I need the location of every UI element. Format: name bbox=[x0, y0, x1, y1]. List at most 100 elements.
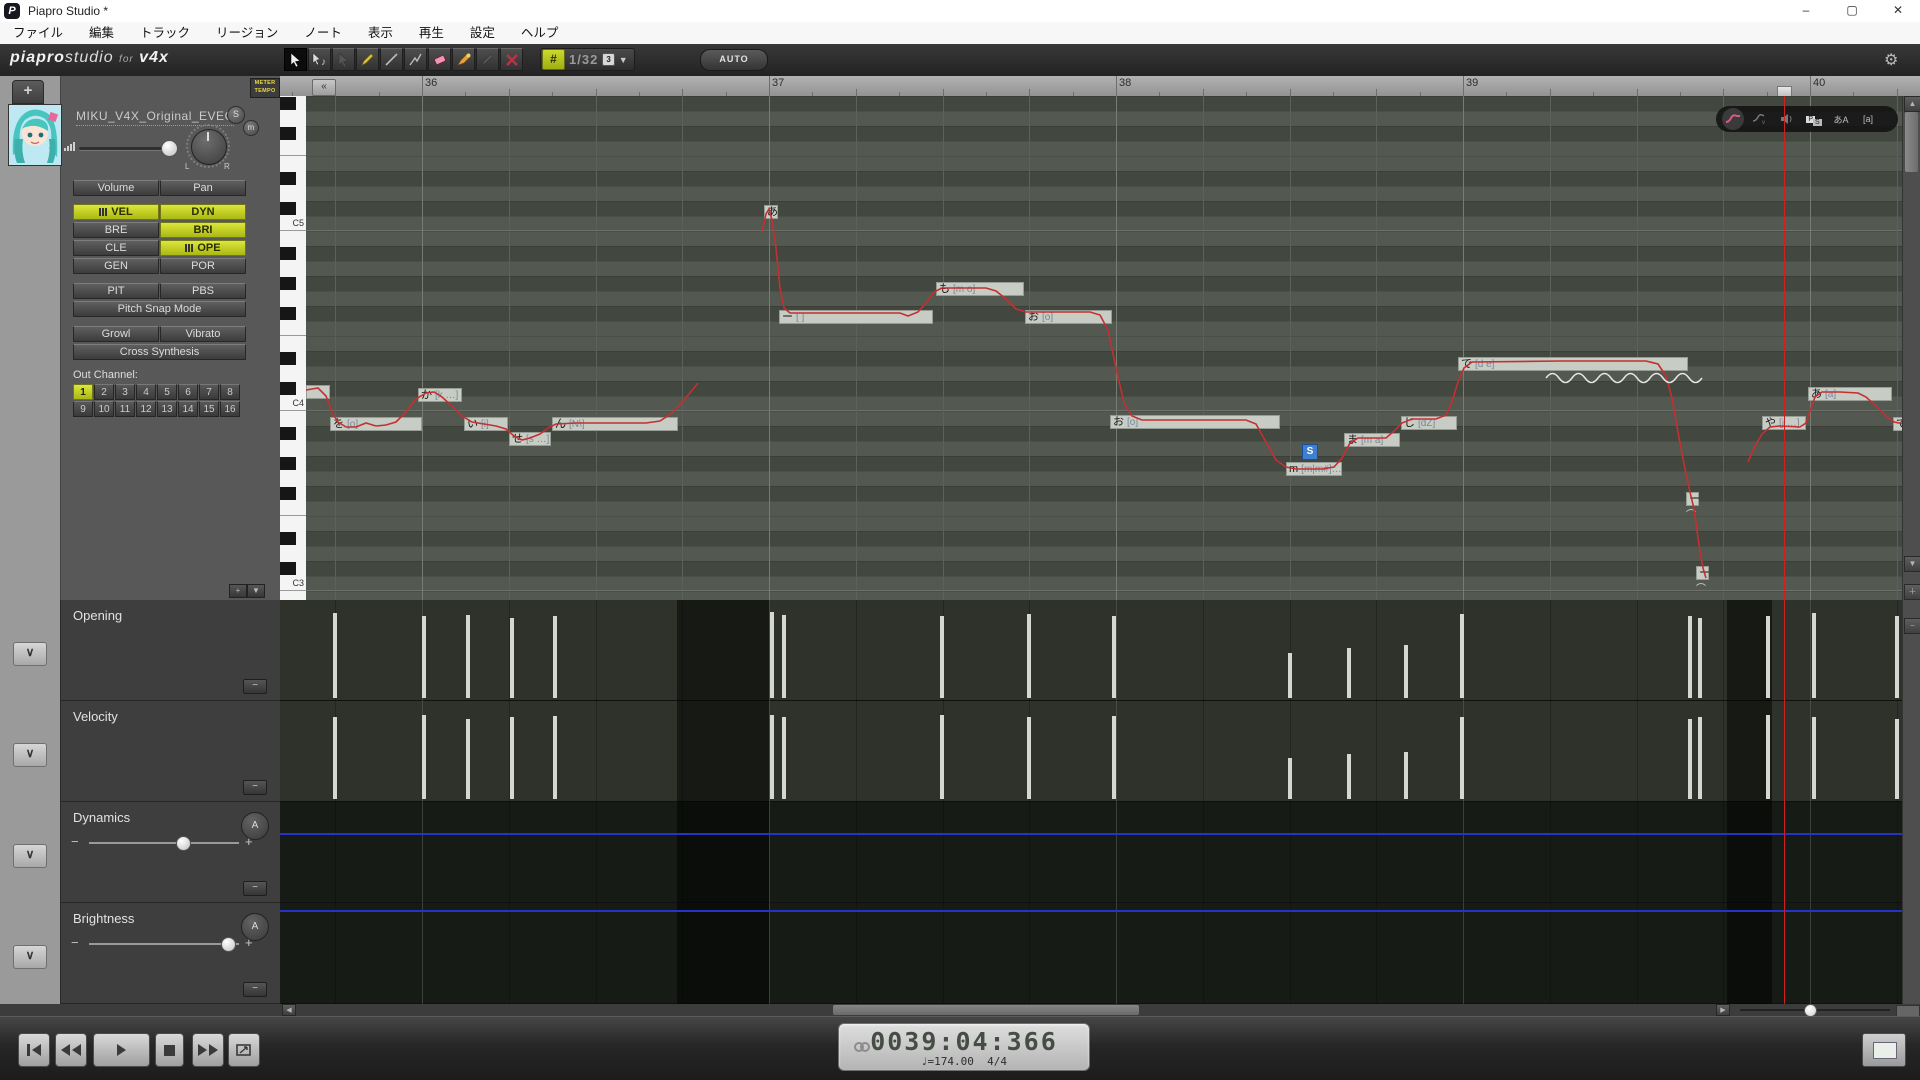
black-key[interactable] bbox=[280, 562, 296, 575]
note-block[interactable]: お[o] bbox=[1110, 415, 1280, 429]
piano-key[interactable] bbox=[280, 486, 306, 501]
param-button-volume[interactable]: Volume bbox=[73, 180, 159, 196]
piano-key[interactable] bbox=[280, 321, 306, 336]
note-block[interactable]: か[k …] bbox=[418, 388, 462, 402]
note-block[interactable]: を[o] bbox=[330, 417, 422, 431]
vertical-scrollbar[interactable]: ▲ ▼ ＋ − bbox=[1902, 96, 1920, 1004]
pencil-tool[interactable] bbox=[356, 48, 379, 71]
collapse-opening-icon[interactable]: ∨ bbox=[13, 642, 47, 666]
roll-row[interactable] bbox=[306, 231, 1902, 246]
out-channel-14[interactable]: 14 bbox=[178, 401, 198, 417]
black-key[interactable] bbox=[280, 382, 296, 395]
roll-row[interactable] bbox=[306, 561, 1902, 576]
param-button-bri[interactable]: BRI bbox=[160, 222, 246, 238]
solo-button[interactable]: S bbox=[227, 106, 245, 124]
black-key[interactable] bbox=[280, 202, 296, 215]
param-button-pbs[interactable]: PBS bbox=[160, 283, 246, 299]
menu-item-設定[interactable]: 設定 bbox=[457, 22, 508, 44]
param-button-cross-synthesis[interactable]: Cross Synthesis bbox=[73, 344, 246, 360]
panel-content-velocity[interactable] bbox=[280, 701, 1902, 802]
roll-row[interactable] bbox=[306, 186, 1902, 201]
out-channel-3[interactable]: 3 bbox=[115, 384, 135, 400]
pointer-dim-tool[interactable] bbox=[332, 48, 355, 71]
scroll-down-icon[interactable]: ▼ bbox=[1904, 556, 1920, 572]
note-block[interactable]: せ[s …] bbox=[509, 432, 551, 446]
scroll-right-icon[interactable]: ▶ bbox=[1716, 1004, 1730, 1016]
slider-minus-label[interactable]: − bbox=[71, 834, 79, 849]
evec-s-badge[interactable]: S bbox=[1302, 444, 1318, 460]
panel-slider-thumb[interactable] bbox=[176, 836, 191, 851]
pen-dim-tool[interactable] bbox=[476, 48, 499, 71]
collapse-panel-button[interactable]: − bbox=[243, 780, 267, 795]
character-avatar[interactable] bbox=[8, 104, 62, 166]
out-channel-6[interactable]: 6 bbox=[178, 384, 198, 400]
panel-slider-thumb[interactable] bbox=[221, 937, 236, 952]
close-button[interactable]: ✕ bbox=[1876, 0, 1920, 22]
roll-row[interactable] bbox=[306, 396, 1902, 411]
param-button-growl[interactable]: Growl bbox=[73, 326, 159, 342]
roll-row[interactable] bbox=[306, 456, 1902, 471]
piano-key[interactable] bbox=[280, 411, 306, 426]
param-button-bre[interactable]: BRE bbox=[73, 222, 159, 238]
out-channel-5[interactable]: 5 bbox=[157, 384, 177, 400]
piano-key[interactable] bbox=[280, 141, 306, 156]
out-channel-11[interactable]: 11 bbox=[115, 401, 135, 417]
piano-key[interactable] bbox=[280, 306, 306, 321]
out-channel-1[interactable]: 1 bbox=[73, 384, 93, 400]
panel-content-brightness[interactable] bbox=[280, 903, 1902, 1004]
loop-button[interactable] bbox=[228, 1033, 260, 1067]
piano-key[interactable] bbox=[280, 156, 306, 171]
black-key[interactable] bbox=[280, 247, 296, 260]
collapse-velocity-icon[interactable]: ∨ bbox=[13, 743, 47, 767]
stop-button[interactable] bbox=[155, 1033, 184, 1067]
param-button-cle[interactable]: CLE bbox=[73, 240, 159, 256]
pitch-v-icon[interactable]: v bbox=[1749, 108, 1771, 130]
minimize-button[interactable]: – bbox=[1784, 0, 1828, 22]
mute-button[interactable]: m bbox=[243, 120, 259, 136]
slider-minus-label[interactable]: − bbox=[71, 935, 79, 950]
grid-value[interactable]: 1/32 bbox=[569, 52, 598, 67]
out-channel-13[interactable]: 13 bbox=[157, 401, 177, 417]
black-key[interactable] bbox=[280, 532, 296, 545]
note-block[interactable]: お[o] bbox=[1025, 310, 1112, 324]
note-block[interactable]: で[d e] bbox=[1458, 357, 1688, 371]
roll-row[interactable] bbox=[306, 486, 1902, 501]
collapse-panel-button[interactable]: − bbox=[243, 881, 267, 896]
fast-forward-button[interactable] bbox=[192, 1033, 224, 1067]
roll-row[interactable] bbox=[306, 156, 1902, 171]
marker-tool[interactable] bbox=[452, 48, 475, 71]
menu-item-ファイル[interactable]: ファイル bbox=[0, 22, 76, 44]
horizontal-scrollbar[interactable]: ◀ ▶ bbox=[0, 1004, 1920, 1016]
add-track-button[interactable]: + bbox=[12, 80, 44, 104]
roll-row[interactable] bbox=[306, 201, 1902, 216]
piano-keyboard[interactable]: C5C4C3 bbox=[280, 96, 307, 600]
note-block[interactable]: ー bbox=[1696, 566, 1709, 580]
piano-roll[interactable]: vPSあA[a] を[o]か[k …]い[i]せ[s …]ん[N\]あー[ ]も… bbox=[306, 96, 1902, 600]
note-block[interactable]: も[m o] bbox=[936, 282, 1024, 296]
note-block[interactable]: m[m|m#]… bbox=[1286, 462, 1342, 476]
scroll-left-icon[interactable]: ◀ bbox=[282, 1004, 296, 1016]
polyline-tool[interactable] bbox=[404, 48, 427, 71]
parameter-panel-content[interactable] bbox=[280, 600, 1902, 1004]
collapse-brightness-icon[interactable]: ∨ bbox=[13, 945, 47, 969]
piano-key[interactable] bbox=[280, 111, 306, 126]
menu-item-トラック[interactable]: トラック bbox=[127, 22, 203, 44]
piano-key[interactable] bbox=[280, 276, 306, 291]
out-channel-12[interactable]: 12 bbox=[136, 401, 156, 417]
pitch-curve-icon[interactable] bbox=[1722, 108, 1744, 130]
black-key[interactable] bbox=[280, 487, 296, 500]
piano-key[interactable] bbox=[280, 231, 306, 246]
collapse-panel-button[interactable]: − bbox=[243, 679, 267, 694]
speaker-icon[interactable] bbox=[1776, 108, 1798, 130]
piano-key[interactable] bbox=[280, 261, 306, 276]
phoneme-icon[interactable]: [a] bbox=[1857, 108, 1879, 130]
maximize-button[interactable]: ▢ bbox=[1830, 0, 1874, 22]
piano-key[interactable] bbox=[280, 366, 306, 381]
horizontal-scroll-thumb[interactable] bbox=[833, 1005, 1139, 1015]
menu-item-ノート[interactable]: ノート bbox=[291, 22, 355, 44]
roll-row[interactable] bbox=[306, 96, 1902, 111]
menu-item-表示[interactable]: 表示 bbox=[355, 22, 406, 44]
zoom-in-icon[interactable]: ＋ bbox=[1904, 584, 1920, 600]
roll-row[interactable] bbox=[306, 246, 1902, 261]
note-block[interactable]: じ[dZ] bbox=[1401, 416, 1457, 430]
